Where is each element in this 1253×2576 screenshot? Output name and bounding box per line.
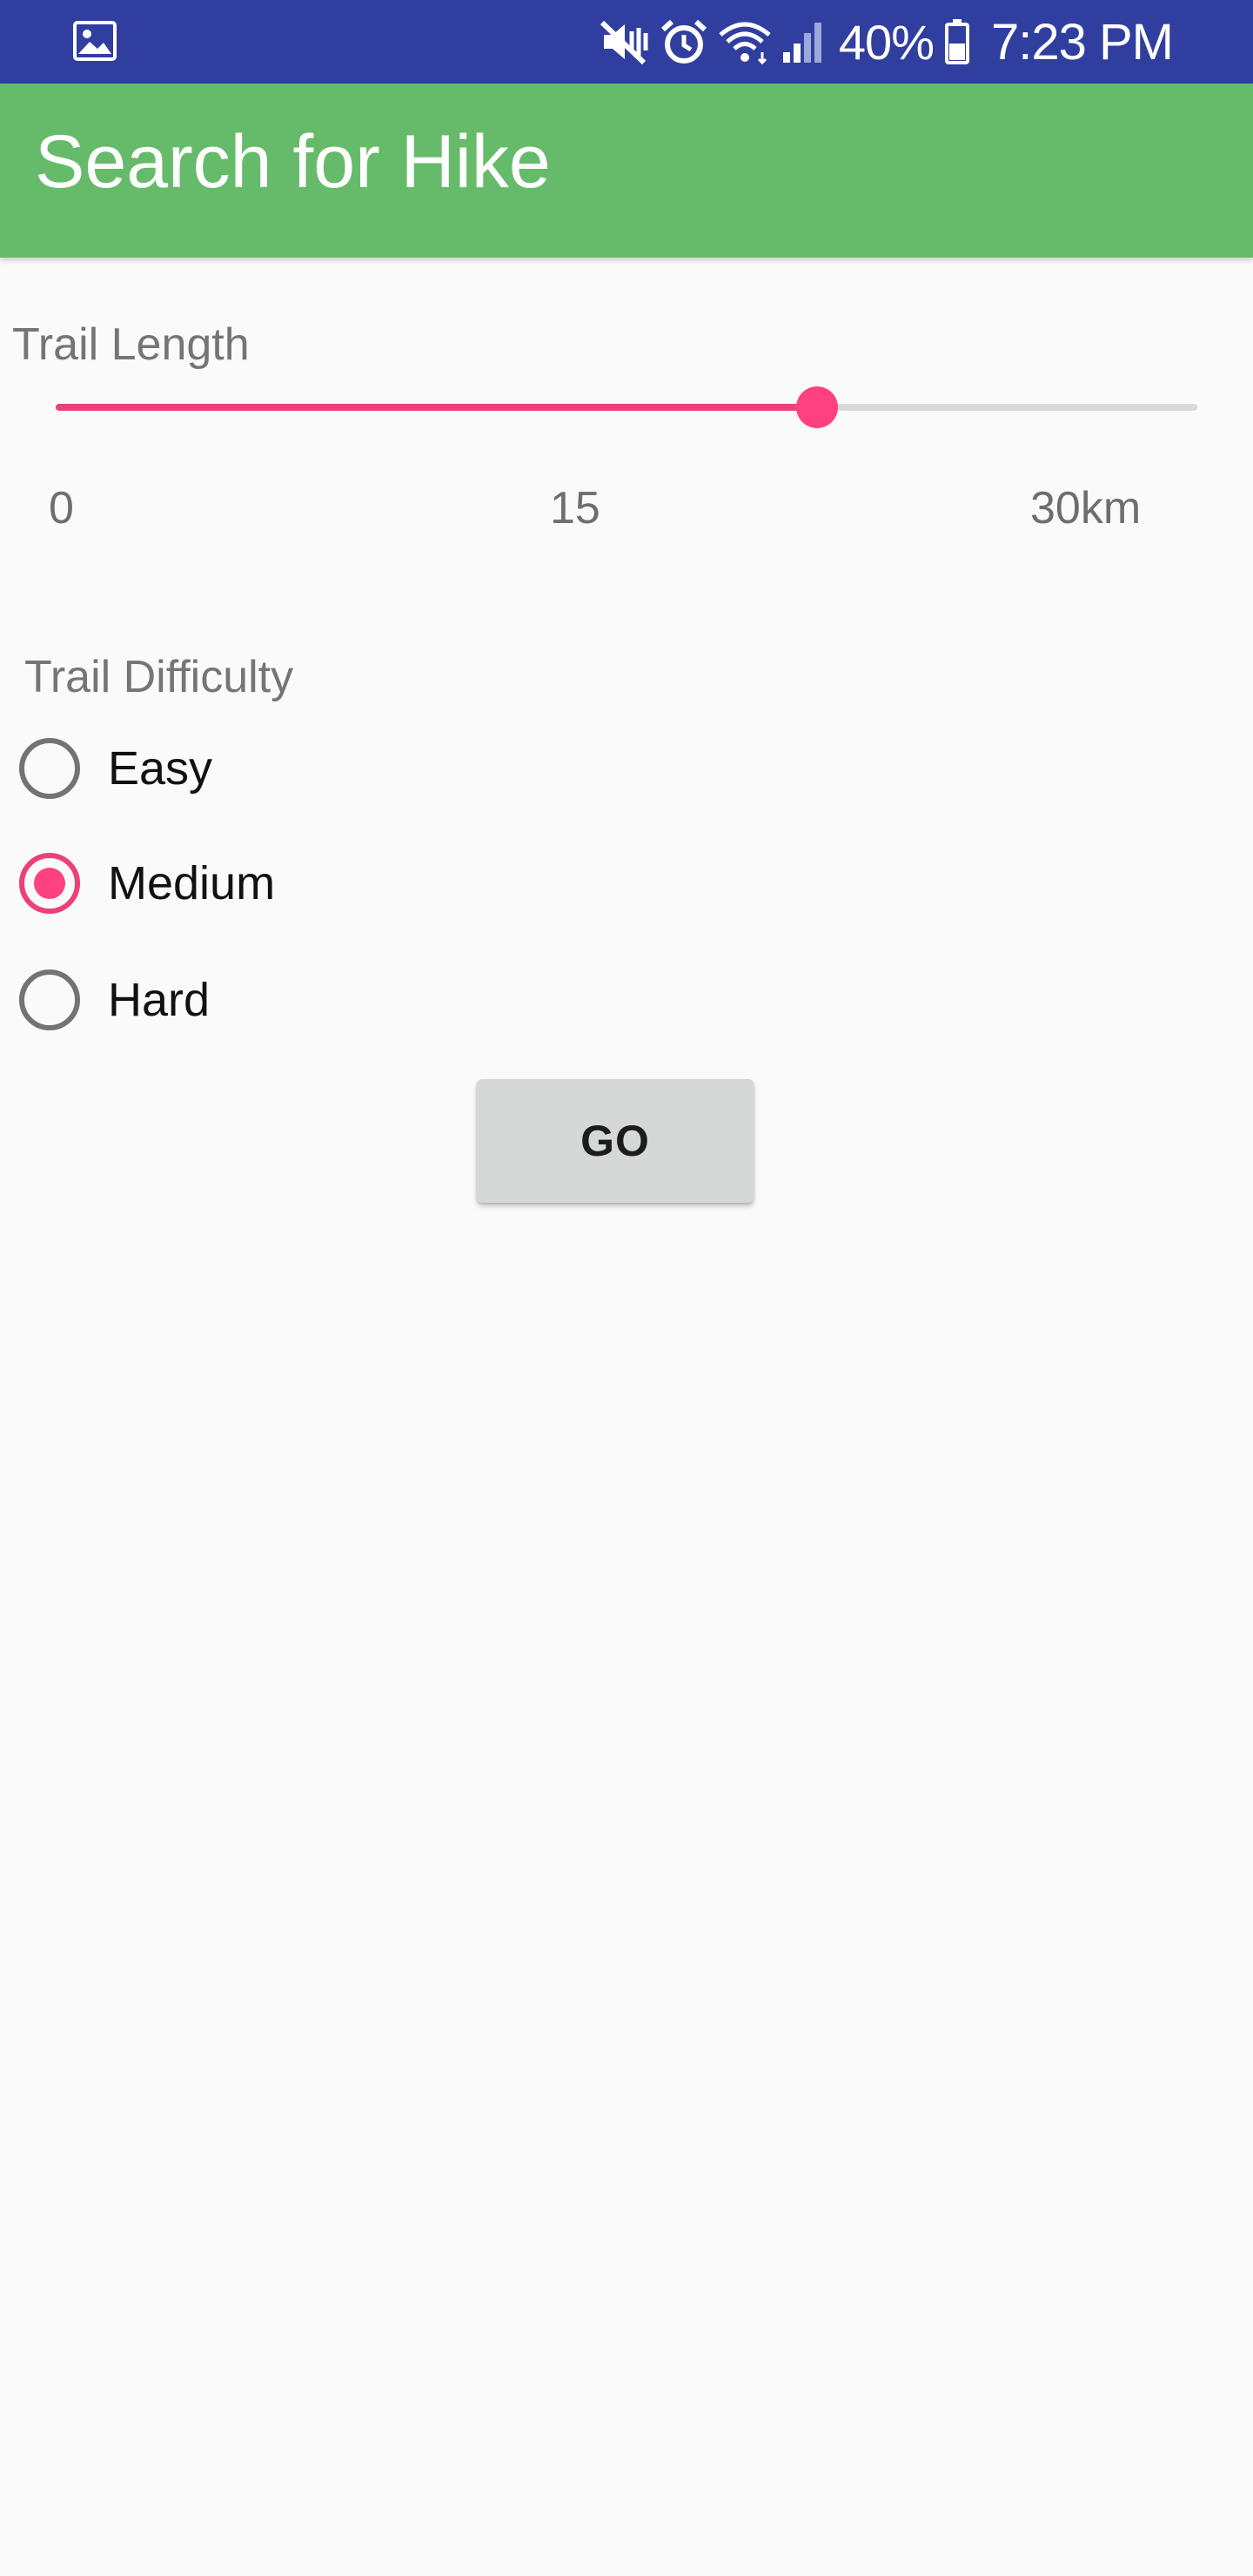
slider-fill: [56, 404, 817, 411]
radio-label-hard: Hard: [108, 974, 211, 1026]
go-button[interactable]: GO: [477, 1079, 754, 1203]
status-bar: 40% 7:23 PM: [0, 0, 1253, 84]
status-time: 7:23 PM: [991, 13, 1174, 70]
wifi-icon: [719, 22, 771, 65]
cell-signal-icon: [782, 23, 821, 63]
gallery-icon: [73, 21, 117, 61]
radio-button-hard[interactable]: [19, 969, 80, 1030]
radio-option-medium[interactable]: Medium: [19, 844, 275, 922]
status-icons: 40% 7:23 PM: [599, 0, 1174, 84]
slider-tick-max: 30km: [1030, 483, 1142, 533]
trail-length-slider[interactable]: [56, 383, 1197, 432]
alarm-icon: [660, 19, 707, 64]
radio-option-hard[interactable]: Hard: [19, 961, 210, 1039]
radio-button-easy[interactable]: [19, 738, 80, 799]
slider-thumb[interactable]: [795, 386, 838, 428]
slider-tick-min: 0: [49, 483, 74, 533]
trail-difficulty-label: Trail Difficulty: [24, 652, 294, 702]
app-bar: Search for Hike: [0, 84, 1253, 258]
hike-search-screen: 40% 7:23 PM Search for Hike Trail Length…: [0, 0, 1253, 2576]
page-title: Search for Hike: [35, 120, 551, 204]
battery-percent: 40%: [838, 14, 935, 70]
radio-option-easy[interactable]: Easy: [19, 729, 212, 808]
mute-vibrate-icon: [600, 20, 648, 65]
radio-button-medium[interactable]: [19, 853, 80, 914]
radio-label-easy: Easy: [108, 742, 213, 795]
radio-label-medium: Medium: [108, 857, 276, 909]
radio-dot: [34, 868, 65, 899]
battery-icon: [945, 19, 969, 64]
slider-tick-mid: 15: [550, 483, 600, 533]
trail-length-label: Trail Length: [12, 319, 250, 370]
